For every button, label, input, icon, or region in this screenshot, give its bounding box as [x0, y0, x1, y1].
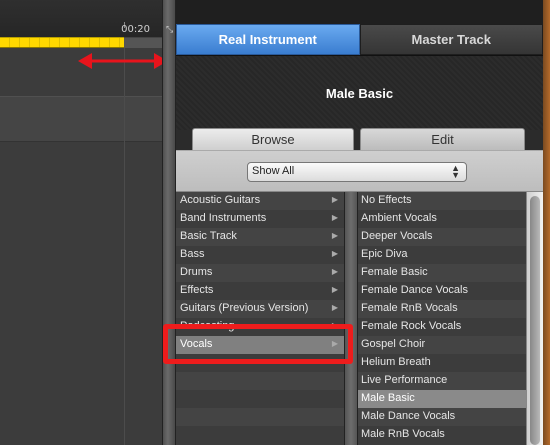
- tab-master-track[interactable]: Master Track: [359, 24, 543, 55]
- triangle-right-icon: ▶: [331, 249, 338, 258]
- category-label: Basic Track: [180, 230, 237, 242]
- instrument-name: Male Basic: [325, 85, 394, 101]
- timeline-area: 00:20: [0, 0, 162, 445]
- category-label: Bass: [180, 248, 205, 260]
- category-label: Band Instruments: [180, 212, 267, 224]
- preset-item[interactable]: Female Basic: [358, 264, 526, 282]
- preset-item[interactable]: Male Dance Vocals: [358, 408, 526, 426]
- show-filter-select[interactable]: Show All ▲ ▼: [247, 162, 467, 182]
- category-list: Acoustic Guitars ▶ Band Instruments ▶ Basi…: [176, 192, 344, 445]
- category-label: Drums: [180, 266, 213, 278]
- triangle-right-icon: ▶: [331, 303, 338, 312]
- show-filter-value: Show All: [252, 165, 295, 177]
- ruler-time-label: 00:20: [121, 24, 150, 35]
- resize-grip-icon[interactable]: ⤡: [166, 24, 174, 34]
- category-label: Guitars (Previous Version): [180, 302, 309, 314]
- up-down-chevrons-icon: ▲ ▼: [451, 163, 460, 180]
- triangle-right-icon: ▶: [331, 231, 338, 240]
- empty-row: [176, 372, 344, 390]
- category-item-bass[interactable]: Bass ▶: [176, 246, 344, 264]
- category-item-drums[interactable]: Drums ▶: [176, 264, 344, 282]
- category-item-effects[interactable]: Effects ▶: [176, 282, 344, 300]
- preset-scrollbar[interactable]: [526, 192, 543, 445]
- window-edge: [543, 0, 550, 445]
- empty-row: [176, 408, 344, 426]
- preset-item[interactable]: Male RnB Vocals: [358, 426, 526, 444]
- timeline-ruler[interactable]: 00:20: [0, 0, 162, 38]
- preset-item[interactable]: Live Performance: [358, 372, 526, 390]
- triangle-right-icon: ▶: [331, 285, 338, 294]
- preset-item[interactable]: Deeper Vocals: [358, 228, 526, 246]
- preset-item-selected[interactable]: Male Basic: [358, 390, 526, 408]
- preset-item[interactable]: Ambient Vocals: [358, 210, 526, 228]
- tab-edit[interactable]: Edit: [360, 128, 525, 150]
- preset-item[interactable]: Gospel Choir: [358, 336, 526, 354]
- tab-real-instrument[interactable]: Real Instrument: [176, 24, 360, 55]
- panel-tabs: Real Instrument Master Track: [176, 24, 543, 56]
- panel-top-strip: [176, 0, 543, 24]
- category-item-guitars-previous[interactable]: Guitars (Previous Version) ▶: [176, 300, 344, 318]
- browse-edit-tabs: Browse Edit: [176, 128, 543, 150]
- preset-item[interactable]: No Effects: [358, 192, 526, 210]
- triangle-right-icon: ▶: [331, 213, 338, 222]
- preset-list: No Effects Ambient Vocals Deeper Vocals …: [358, 192, 526, 445]
- cycle-region-bar[interactable]: [0, 37, 124, 48]
- preset-item[interactable]: Female Dance Vocals: [358, 282, 526, 300]
- track-info-panel: Real Instrument Master Track Male Basic …: [176, 0, 543, 445]
- preset-item[interactable]: Female Rock Vocals: [358, 318, 526, 336]
- preset-item[interactable]: Epic Diva: [358, 246, 526, 264]
- category-item-basic-track[interactable]: Basic Track ▶: [176, 228, 344, 246]
- empty-row: [176, 390, 344, 408]
- preset-item[interactable]: Female RnB Vocals: [358, 300, 526, 318]
- empty-row: [176, 426, 344, 444]
- filter-bar: Show All ▲ ▼: [176, 150, 543, 192]
- column-splitter[interactable]: [344, 192, 358, 445]
- category-item-acoustic-guitars[interactable]: Acoustic Guitars ▶: [176, 192, 344, 210]
- scrollbar-thumb[interactable]: [530, 196, 540, 445]
- instrument-preview: Male Basic: [176, 56, 543, 130]
- preset-item[interactable]: Helium Breath: [358, 354, 526, 372]
- tab-browse[interactable]: Browse: [192, 128, 354, 150]
- cycle-region-end: [124, 37, 162, 48]
- track-row[interactable]: [0, 96, 162, 142]
- resize-arrow-icon: [78, 53, 162, 69]
- pane-splitter[interactable]: ⤡: [162, 0, 176, 445]
- category-item-band-instruments[interactable]: Band Instruments ▶: [176, 210, 344, 228]
- annotation-highlight-box: [163, 324, 353, 364]
- triangle-right-icon: ▶: [331, 267, 338, 276]
- category-label: Effects: [180, 284, 214, 296]
- triangle-right-icon: ▶: [331, 195, 338, 204]
- category-label: Acoustic Guitars: [180, 194, 261, 206]
- playhead-gridline: [124, 48, 125, 445]
